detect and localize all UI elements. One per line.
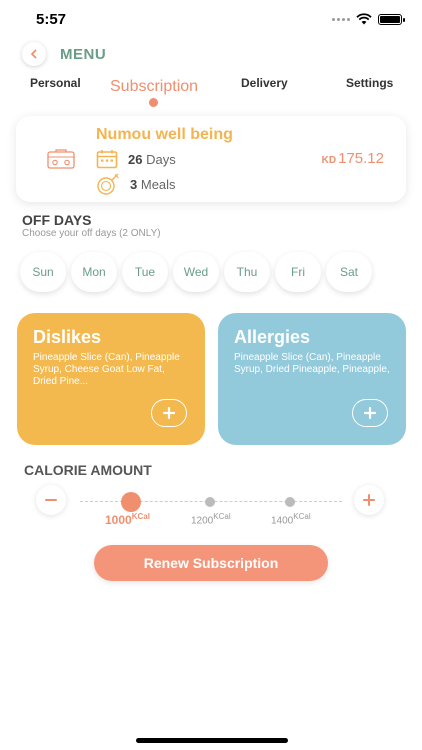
allergies-card[interactable]: Allergies Pineapple Slice (Can), Pineapp… [218, 313, 406, 445]
days-label: Days [146, 151, 176, 167]
calorie-option-1400-dot[interactable] [285, 497, 295, 507]
calorie-label-1400: 1400KCal [271, 512, 311, 527]
calorie-title: CALORIE AMOUNT [24, 462, 152, 478]
chevron-left-icon [31, 49, 37, 59]
battery-icon [378, 13, 405, 25]
day-sat[interactable]: Sat [326, 252, 372, 292]
tab-settings[interactable]: Settings [346, 76, 393, 90]
lunchbox-icon [47, 149, 75, 169]
days-row: 26 Days [96, 149, 176, 169]
currency-label: KD [321, 155, 337, 166]
off-days-selector: Sun Mon Tue Wed Thu Fri Sat [20, 252, 372, 292]
price-value: 175.12 [338, 150, 384, 167]
days-count: 26 [128, 151, 143, 167]
calorie-label-1000: 1000KCal [105, 512, 150, 527]
tab-personal[interactable]: Personal [30, 76, 81, 90]
wifi-icon [356, 13, 372, 25]
tab-delivery[interactable]: Delivery [241, 76, 288, 90]
plus-icon [163, 407, 175, 419]
add-dislike-button[interactable] [151, 399, 187, 427]
subscription-card[interactable]: Numou well being 26 Days 3 Meals KD 175.1… [16, 116, 406, 202]
home-indicator [136, 738, 288, 743]
calorie-decrease-button[interactable] [36, 485, 66, 515]
meals-label: Meals [140, 176, 176, 192]
off-days-subtitle: Choose your off days (2 ONLY) [22, 228, 161, 239]
day-mon[interactable]: Mon [71, 252, 117, 292]
plus-icon [364, 407, 376, 419]
day-fri[interactable]: Fri [275, 252, 321, 292]
plan-name: Numou well being [96, 126, 233, 143]
meals-row: 3 Meals [96, 173, 176, 195]
active-tab-indicator [149, 98, 158, 107]
dislikes-list: Pineapple Slice (Can), Pineapple Syrup, … [33, 352, 180, 387]
calorie-label-1200: 1200KCal [191, 512, 231, 527]
renew-subscription-button[interactable]: Renew Subscription [94, 545, 328, 581]
tab-bar: Personal Subscription Delivery Settings [0, 74, 422, 114]
plus-icon [363, 494, 375, 506]
header: MENU [22, 42, 106, 66]
minus-icon [45, 499, 57, 501]
status-time: 5:57 [36, 11, 67, 28]
add-allergy-button[interactable] [352, 399, 388, 427]
dislikes-card[interactable]: Dislikes Pineapple Slice (Can), Pineappl… [17, 313, 205, 445]
off-days-title: OFF DAYS [22, 212, 92, 228]
day-thu[interactable]: Thu [224, 252, 270, 292]
calorie-option-1000-dot[interactable] [121, 492, 141, 512]
meals-count: 3 [130, 176, 138, 192]
status-icons [332, 13, 405, 25]
dish-icon [97, 173, 119, 195]
status-bar: 5:57 [0, 0, 422, 40]
signal-icon [332, 17, 350, 21]
day-sun[interactable]: Sun [20, 252, 66, 292]
back-button[interactable] [22, 42, 46, 66]
plan-price: KD 175.12 [322, 150, 384, 167]
allergies-title: Allergies [234, 327, 311, 347]
calorie-increase-button[interactable] [354, 485, 384, 515]
calorie-option-1200-dot[interactable] [205, 497, 215, 507]
day-tue[interactable]: Tue [122, 252, 168, 292]
calendar-icon [96, 150, 118, 169]
dislikes-title: Dislikes [33, 327, 102, 347]
day-wed[interactable]: Wed [173, 252, 219, 292]
allergies-list: Pineapple Slice (Can), Pineapple Syrup, … [234, 352, 390, 375]
page-title: MENU [60, 45, 107, 63]
tab-subscription[interactable]: Subscription [110, 78, 198, 96]
